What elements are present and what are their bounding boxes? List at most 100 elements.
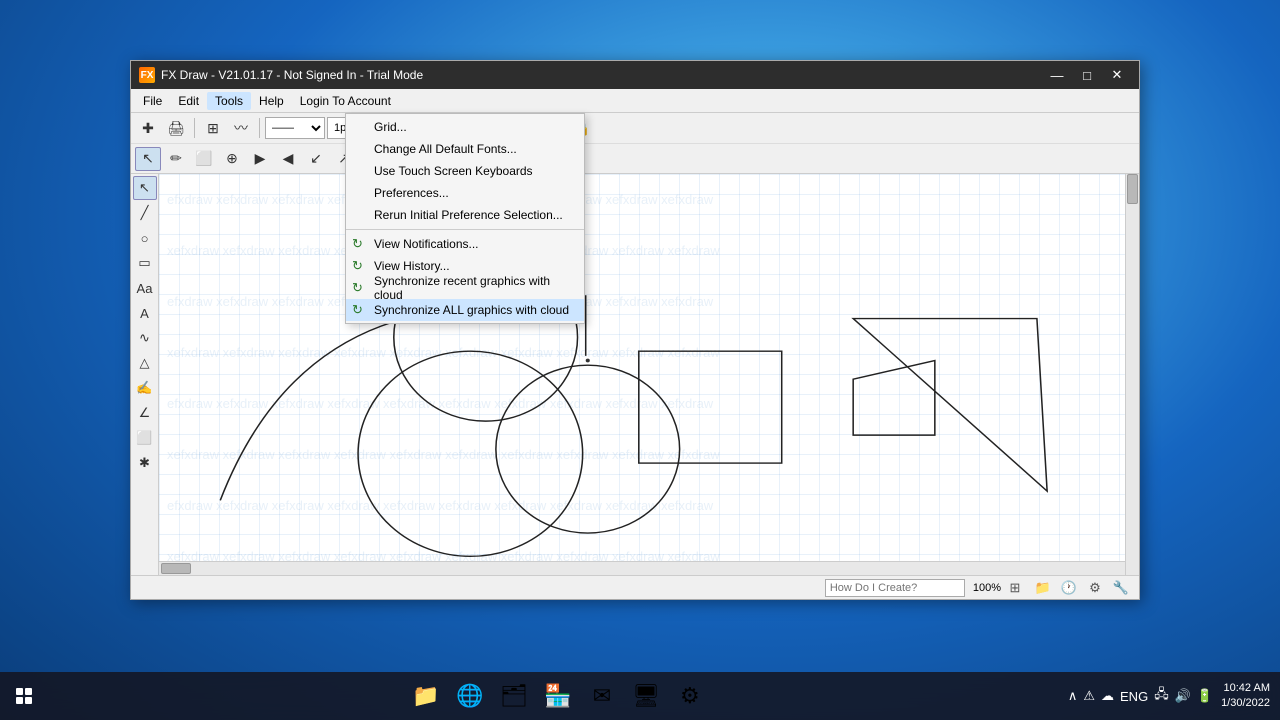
lang-indicator: ENG — [1120, 689, 1148, 704]
tools-dropdown-menu: Grid... Change All Default Fonts... Use … — [345, 113, 585, 324]
taskbar-clock: 10:42 AM 1/30/2022 — [1221, 681, 1270, 712]
toolbar-wave-btn[interactable]: 〰 — [228, 116, 254, 140]
history-icon-btn[interactable]: 🕐 — [1059, 579, 1079, 597]
dd-item-preferences[interactable]: Preferences... — [346, 182, 584, 204]
dd-item-sync-recent[interactable]: ↻ Synchronize recent graphics with cloud — [346, 277, 584, 299]
sync-icon-1: ↻ — [352, 236, 363, 252]
chevron-up-icon[interactable]: ∧ — [1068, 688, 1078, 704]
dd-item-touch-keyboard[interactable]: Use Touch Screen Keyboards — [346, 160, 584, 182]
windows-logo-icon — [16, 688, 32, 704]
vertical-scroll-thumb[interactable] — [1127, 174, 1138, 204]
dd-item-rerun-prefs[interactable]: Rerun Initial Preference Selection... — [346, 204, 584, 226]
zoom-display: 100% ⊞ — [973, 579, 1025, 597]
time-display: 10:42 AM — [1221, 681, 1270, 696]
dd-item-sync-all-label: Synchronize ALL graphics with cloud — [374, 303, 569, 317]
close-button[interactable]: ✕ — [1103, 64, 1131, 86]
taskbar-icons: 📁 🌐 🗂 🏪 ✉ 🖥 ⚙ — [48, 676, 1068, 716]
toolbar-move-btn[interactable]: ⊕ — [219, 147, 245, 171]
sync-icon-3: ↻ — [352, 280, 363, 296]
window-title: FX Draw - V21.01.17 - Not Signed In - Tr… — [161, 68, 423, 82]
minimize-button[interactable]: — — [1043, 64, 1071, 86]
dd-item-view-notifications[interactable]: ↻ View Notifications... — [346, 233, 584, 255]
tool-polygon[interactable]: △ — [133, 351, 157, 375]
tool-pointer[interactable]: ↖ — [133, 176, 157, 200]
toolbar-select-btn[interactable]: ⬜ — [191, 147, 217, 171]
status-icons: 📁 🕐 ⚙ 🔧 — [1033, 579, 1131, 597]
toolbar-print-btn[interactable]: 🖨 — [163, 116, 189, 140]
settings-icon-btn[interactable]: 🔧 — [1111, 579, 1131, 597]
tool-rect[interactable]: ▭ — [133, 251, 157, 275]
separator-1 — [194, 118, 195, 138]
zoom-adjust-btn[interactable]: ⊞ — [1005, 579, 1025, 597]
tool-angle[interactable]: ∠ — [133, 401, 157, 425]
horizontal-scroll-thumb[interactable] — [161, 563, 191, 574]
vertical-scrollbar[interactable] — [1125, 174, 1139, 575]
taskbar-icon-settings[interactable]: ⚙ — [670, 676, 710, 716]
horizontal-scrollbar[interactable] — [159, 561, 1125, 575]
dd-item-grid[interactable]: Grid... — [346, 116, 584, 138]
folder-icon-btn[interactable]: 📁 — [1033, 579, 1053, 597]
tool-circle[interactable]: ○ — [133, 226, 157, 250]
desktop: FX FX Draw - V21.01.17 - Not Signed In -… — [0, 0, 1280, 720]
toolbar-row-1: ✚ 🖨 ⊞ 〰 —— - - - 1pt 2pt — [131, 113, 1139, 143]
taskbar-icon-filemanager[interactable]: 🗂 — [494, 676, 534, 716]
tool-bigtext[interactable]: A — [133, 301, 157, 325]
warning-icon: ⚠ — [1083, 688, 1095, 704]
tool-star[interactable]: ✱ — [133, 451, 157, 475]
toolbar-arrow3-btn[interactable]: ↙ — [303, 147, 329, 171]
date-display: 1/30/2022 — [1221, 696, 1270, 711]
toolbar-cursor-btn[interactable]: ↖ — [135, 147, 161, 171]
title-bar-controls: — □ ✕ — [1043, 64, 1131, 86]
battery-icon: 🔋 — [1197, 688, 1213, 704]
taskbar: 📁 🌐 🗂 🏪 ✉ 🖥 ⚙ ∧ ⚠ ☁ ENG 🖧 🔊 🔋 10:42 AM 1… — [0, 672, 1280, 720]
app-window: FX FX Draw - V21.01.17 - Not Signed In -… — [130, 60, 1140, 600]
dd-item-sync-recent-label: Synchronize recent graphics with cloud — [374, 274, 572, 302]
tool-freehand[interactable]: ✍ — [133, 376, 157, 400]
tool-curve[interactable]: ∿ — [133, 326, 157, 350]
dd-item-touch-keyboard-label: Use Touch Screen Keyboards — [374, 164, 533, 178]
sync-icon-2: ↻ — [352, 258, 363, 274]
menu-login[interactable]: Login To Account — [292, 92, 399, 110]
dd-item-change-fonts[interactable]: Change All Default Fonts... — [346, 138, 584, 160]
dd-item-rerun-prefs-label: Rerun Initial Preference Selection... — [374, 208, 563, 222]
dd-separator-1 — [346, 229, 584, 230]
maximize-button[interactable]: □ — [1073, 64, 1101, 86]
main-content: ↖ ╱ ○ ▭ Aa A ∿ △ ✍ ∠ ⬜ ✱ efxdraw xefxdra… — [131, 174, 1139, 575]
tools-icon-btn[interactable]: ⚙ — [1085, 579, 1105, 597]
canvas-area: efxdraw xefxdraw xefxdraw xefxdraw xefxd… — [159, 174, 1139, 575]
system-tray-icons: ∧ ⚠ ☁ ENG 🖧 🔊 🔋 — [1068, 685, 1213, 707]
menu-help[interactable]: Help — [251, 92, 292, 110]
taskbar-icon-monitor[interactable]: 🖥 — [626, 676, 666, 716]
taskbar-icon-browser[interactable]: 🌐 — [450, 676, 490, 716]
toolbar-pen-btn[interactable]: ✏ — [163, 147, 189, 171]
cloud-icon: ☁ — [1101, 688, 1114, 704]
toolbar-grid-btn[interactable]: ⊞ — [200, 116, 226, 140]
app-icon: FX — [139, 67, 155, 83]
line-style-select[interactable]: —— - - - — [265, 117, 325, 139]
tool-line[interactable]: ╱ — [133, 201, 157, 225]
tool-text[interactable]: Aa — [133, 276, 157, 300]
dd-item-view-notifications-label: View Notifications... — [374, 237, 479, 251]
taskbar-right: ∧ ⚠ ☁ ENG 🖧 🔊 🔋 10:42 AM 1/30/2022 — [1068, 681, 1280, 712]
dd-item-grid-label: Grid... — [374, 120, 407, 134]
zoom-value: 100% — [973, 582, 1001, 594]
dd-item-sync-all[interactable]: ↻ Synchronize ALL graphics with cloud — [346, 299, 584, 321]
dd-item-preferences-label: Preferences... — [374, 186, 449, 200]
title-bar: FX FX Draw - V21.01.17 - Not Signed In -… — [131, 61, 1139, 89]
taskbar-icon-store[interactable]: 🏪 — [538, 676, 578, 716]
toolbar-area: ✚ 🖨 ⊞ 〰 —— - - - 1pt 2pt — [131, 113, 1139, 174]
status-bar: 100% ⊞ 📁 🕐 ⚙ 🔧 — [131, 575, 1139, 599]
separator-2 — [259, 118, 260, 138]
toolbar-add-btn[interactable]: ✚ — [135, 116, 161, 140]
volume-icon[interactable]: 🔊 — [1175, 688, 1191, 704]
taskbar-icon-mail[interactable]: ✉ — [582, 676, 622, 716]
help-search-input[interactable] — [825, 579, 965, 597]
tool-eraser[interactable]: ⬜ — [133, 426, 157, 450]
menu-file[interactable]: File — [135, 92, 170, 110]
toolbar-arrow1-btn[interactable]: ▶ — [247, 147, 273, 171]
menu-edit[interactable]: Edit — [170, 92, 207, 110]
toolbar-arrow2-btn[interactable]: ◀ — [275, 147, 301, 171]
menu-tools[interactable]: Tools — [207, 92, 251, 110]
start-button[interactable] — [0, 672, 48, 720]
taskbar-icon-files[interactable]: 📁 — [406, 676, 446, 716]
